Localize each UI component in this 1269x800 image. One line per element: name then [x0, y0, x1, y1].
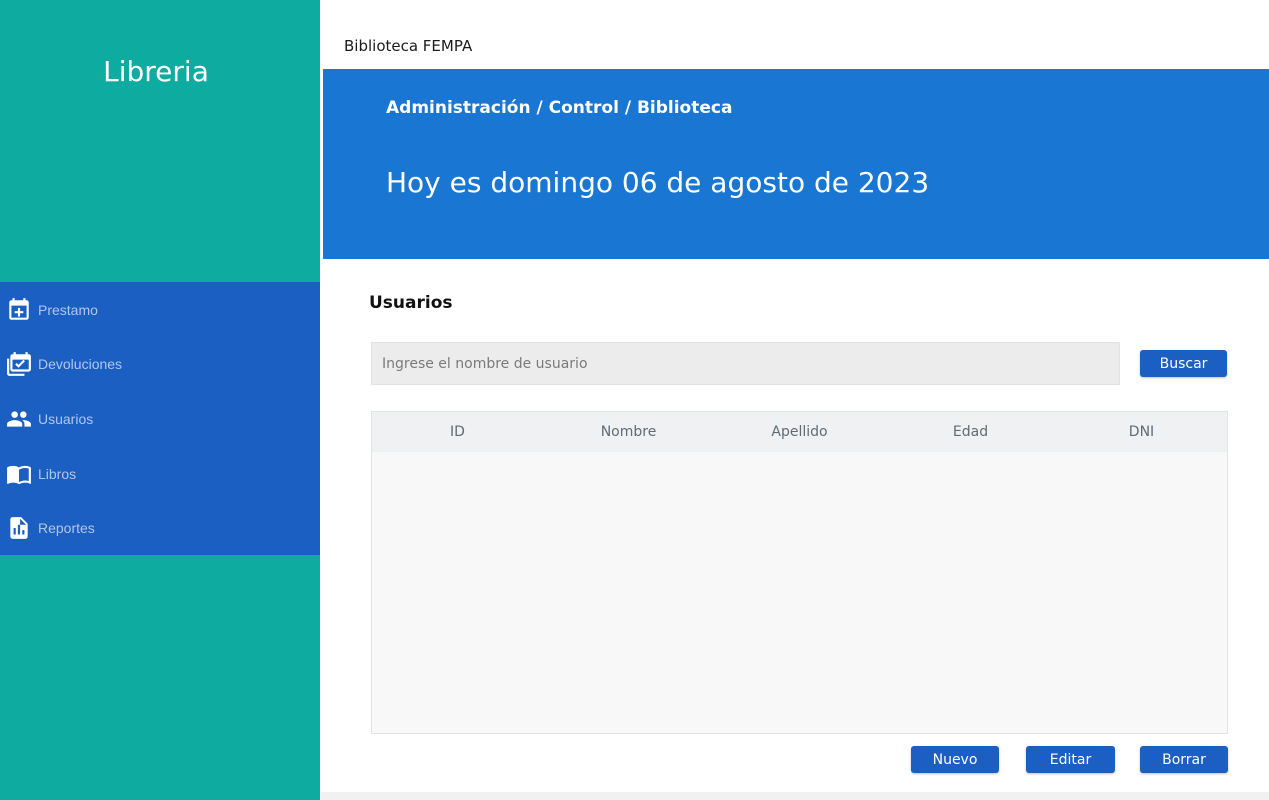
report-icon [6, 515, 32, 541]
column-header-dni[interactable]: DNI [1056, 424, 1227, 440]
search-button[interactable]: Buscar [1140, 350, 1227, 377]
table-header: ID Nombre Apellido Edad DNI [372, 412, 1227, 452]
edit-button[interactable]: Editar [1026, 746, 1115, 773]
new-button[interactable]: Nuevo [911, 746, 999, 773]
column-header-id[interactable]: ID [372, 424, 543, 440]
column-header-edad[interactable]: Edad [885, 424, 1056, 440]
header-title: Biblioteca FEMPA [344, 37, 473, 55]
page-title: Usuarios [369, 293, 453, 313]
date-text: Hoy es domingo 06 de agosto de 2023 [386, 166, 930, 199]
delete-button[interactable]: Borrar [1140, 746, 1228, 773]
sidebar-item-label: Reportes [38, 519, 95, 536]
sidebar-nav: Prestamo Devoluciones Usuarios Libros Re [0, 282, 322, 555]
breadcrumb: Administración / Control / Biblioteca [386, 98, 733, 118]
app-title: Libreria [103, 55, 209, 88]
column-header-apellido[interactable]: Apellido [714, 424, 885, 440]
sidebar-item-prestamo[interactable]: Prestamo [0, 282, 320, 337]
sidebar-item-usuarios[interactable]: Usuarios [0, 391, 322, 446]
sidebar-item-libros[interactable]: Libros [0, 446, 320, 501]
sidebar: Libreria Prestamo Devoluciones Usuarios … [0, 0, 322, 800]
book-icon [6, 461, 32, 487]
sidebar-item-reportes[interactable]: Reportes [0, 500, 320, 555]
sidebar-item-devoluciones[interactable]: Devoluciones [0, 336, 320, 391]
column-header-nombre[interactable]: Nombre [543, 424, 714, 440]
search-input[interactable] [371, 342, 1120, 385]
users-table: ID Nombre Apellido Edad DNI [371, 411, 1228, 734]
calendar-check-icon [6, 351, 32, 377]
users-icon [6, 406, 32, 432]
sidebar-item-label: Prestamo [38, 301, 98, 318]
sidebar-item-label: Devoluciones [38, 355, 123, 372]
sidebar-item-label: Libros [38, 465, 77, 482]
sidebar-item-label: Usuarios [38, 410, 94, 427]
top-header: Biblioteca FEMPA [323, 0, 1269, 69]
banner: Administración / Control / Biblioteca Ho… [323, 69, 1269, 259]
calendar-plus-icon [6, 297, 32, 323]
main-content: Usuarios Buscar ID Nombre Apellido Edad … [320, 259, 1269, 800]
